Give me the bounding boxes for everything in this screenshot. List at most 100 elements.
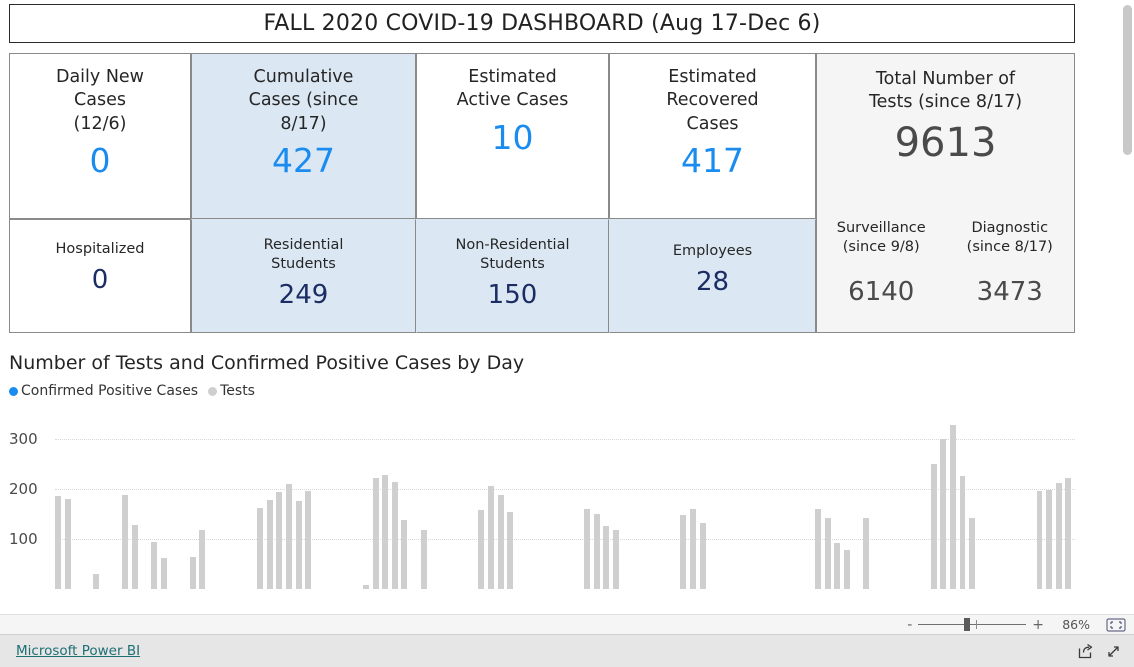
chart-bar[interactable] [497,494,504,589]
chart-bar[interactable] [699,522,706,589]
report-scroll-viewport: FALL 2020 COVID-19 DASHBOARD (Aug 17-Dec… [0,0,1110,614]
kpi-card-estimated-active-cases[interactable]: Estimated Active Cases 10 [416,53,609,219]
chart-bar[interactable] [949,424,956,589]
chart-bar[interactable] [613,529,620,589]
chart-bar[interactable] [969,518,976,589]
chart-bar[interactable] [362,585,369,589]
kpi-card-residential-students[interactable]: Residential Students 249 [191,219,416,333]
chart-bar[interactable] [1036,491,1043,589]
chart-bar[interactable] [391,481,398,589]
zoom-control-bar: - + 86% [0,614,1134,634]
chart-bar[interactable] [507,511,514,589]
kpi-label-line3: 8/17) [280,113,327,134]
chart-bar[interactable] [189,556,196,589]
breakdown-label-line1: Diagnostic [971,220,1049,236]
chart-bar[interactable] [305,491,312,589]
chart-bar[interactable] [834,542,841,589]
zoom-slider-thumb[interactable] [964,618,971,631]
chart-bars[interactable] [55,409,1075,589]
dashboard-title-card: FALL 2020 COVID-19 DASHBOARD (Aug 17-Dec… [9,4,1075,43]
chart-bar[interactable] [959,475,966,589]
zoom-percent-label: 86% [1062,617,1090,632]
tests-and-cases-chart[interactable]: Number of Tests and Confirmed Positive C… [9,352,1075,614]
chart-bar[interactable] [276,492,283,589]
chart-bar[interactable] [690,509,697,589]
breakdown-label-line2: (since 8/17) [966,238,1053,255]
chart-bar[interactable] [266,500,273,589]
chart-bar[interactable] [815,508,822,589]
breakdown-label-line1: Surveillance [836,220,926,236]
scrollbar-thumb[interactable] [1123,5,1132,155]
chart-bar[interactable] [199,529,206,589]
chart-bar[interactable] [401,519,408,589]
chart-bar[interactable] [295,501,302,589]
chart-bar[interactable] [372,478,379,589]
breakdown-label-line2: (since 9/8) [842,238,920,255]
chart-bar[interactable] [122,494,129,589]
kpi-card-non-residential-students[interactable]: Non-Residential Students 150 [416,219,609,333]
chart-bar[interactable] [1046,489,1053,589]
chart-bar[interactable] [478,509,485,589]
chart-bar[interactable] [488,485,494,589]
breakdown-value-diagnostic: 3473 [976,276,1043,307]
chart-bar[interactable] [285,483,292,589]
kpi-value-non-residential-students: 150 [487,279,538,310]
kpi-card-hospitalized[interactable]: Hospitalized 0 [9,219,191,333]
fullscreen-icon[interactable] [1102,640,1124,662]
kpi-label-estimated-active-cases: Estimated Active Cases [457,66,569,113]
kpi-card-daily-new-cases[interactable]: Daily New Cases (12/6) 0 [9,53,191,219]
kpi-card-total-tests[interactable]: Total Number of Tests (since 8/17) 9613 … [816,53,1075,333]
kpi-card-employees[interactable]: Employees 28 [609,219,816,333]
kpi-label-line1: Daily New [55,67,144,87]
kpi-card-estimated-recovered-cases[interactable]: Estimated Recovered Cases 417 [609,53,816,219]
kpi-label-employees: Employees [672,243,753,259]
zoom-out-button[interactable]: - [903,618,916,632]
kpi-label-line1: Residential [263,237,344,253]
power-bi-link[interactable]: Microsoft Power BI [16,643,140,659]
share-icon[interactable] [1074,640,1096,662]
chart-bar[interactable] [64,498,71,589]
chart-bar[interactable] [940,438,947,589]
report-vertical-scrollbar[interactable] [1121,0,1134,614]
chart-bar[interactable] [55,496,61,589]
legend-item-confirmed-positive-cases[interactable]: Confirmed Positive Cases [9,383,198,399]
zoom-in-button[interactable]: + [1028,618,1048,632]
chart-bar[interactable] [680,514,687,589]
kpi-card-cumulative-cases[interactable]: Cumulative Cases (since 8/17) 427 [191,53,416,219]
kpi-label-line1: Estimated [468,67,557,87]
kpi-label-line1: Cumulative [253,67,354,87]
chart-bar[interactable] [93,573,100,589]
page-title: FALL 2020 COVID-19 DASHBOARD (Aug 17-Dec… [263,11,821,36]
kpi-label-line2: Cases (since [248,90,359,111]
chart-bar[interactable] [844,549,850,589]
chart-bar[interactable] [930,464,937,589]
chart-bar[interactable] [151,542,158,589]
zoom-slider[interactable] [918,618,1027,631]
chart-bar[interactable] [1055,482,1062,589]
chart-bar[interactable] [131,524,138,589]
report-footer: Microsoft Power BI [0,634,1134,667]
chart-bar[interactable] [1065,478,1072,589]
kpi-label-line2: Recovered [666,90,759,111]
kpi-value-daily-new-cases: 0 [89,140,111,180]
legend-item-tests[interactable]: Tests [208,383,255,399]
kpi-label-daily-new-cases: Daily New Cases (12/6) [56,66,144,136]
chart-bar[interactable] [420,529,427,589]
chart-bar[interactable] [257,507,264,589]
chart-bar[interactable] [593,514,600,589]
chart-bar[interactable] [160,558,167,589]
breakdown-surveillance[interactable]: Surveillance (since 9/8) 6140 [817,219,946,305]
fit-to-page-icon[interactable] [1106,617,1126,632]
chart-bar[interactable] [824,517,831,589]
chart-bar[interactable] [584,509,591,589]
chart-bar[interactable] [382,475,389,589]
kpi-grid: Daily New Cases (12/6) 0 Hospitalized 0 … [9,53,1075,333]
kpi-label-estimated-recovered-cases: Estimated Recovered Cases [666,66,758,136]
kpi-value-hospitalized: 0 [91,264,109,295]
kpi-value-employees: 28 [695,266,730,297]
breakdown-diagnostic[interactable]: Diagnostic (since 8/17) 3473 [946,219,1075,305]
chart-bar[interactable] [863,517,870,589]
breakdown-value-surveillance: 6140 [848,276,915,307]
chart-title: Number of Tests and Confirmed Positive C… [9,352,525,374]
chart-bar[interactable] [603,525,610,589]
